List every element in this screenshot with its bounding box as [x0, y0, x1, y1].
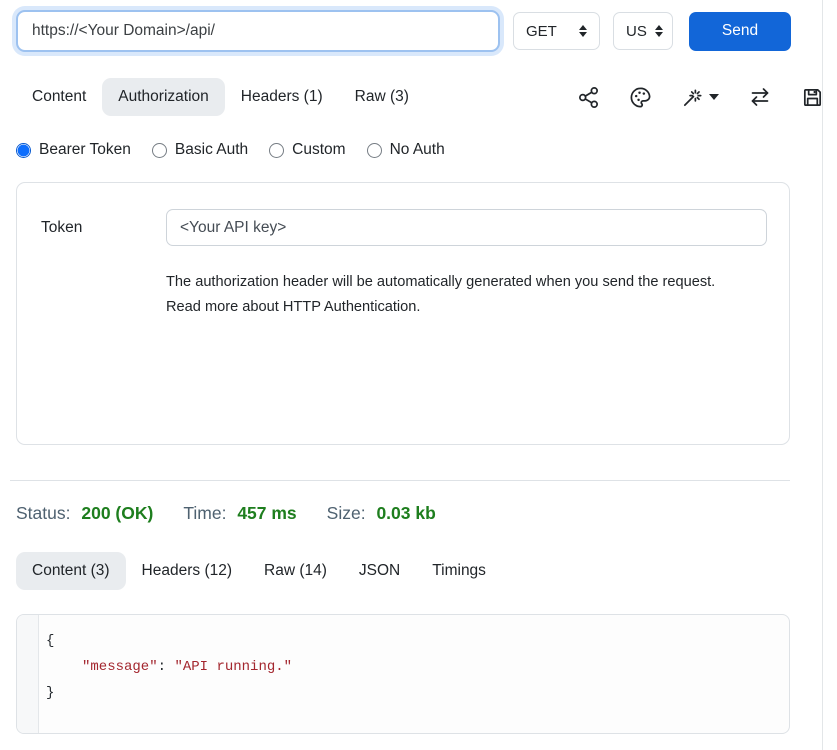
tab-raw[interactable]: Raw (3) — [339, 78, 425, 116]
tab-authorization[interactable]: Authorization — [102, 78, 224, 116]
radio-label: Bearer Token — [39, 141, 131, 159]
radio-icon — [152, 143, 167, 158]
method-select[interactable]: GET — [513, 12, 600, 50]
radio-custom[interactable]: Custom — [269, 141, 345, 159]
code-gutter — [17, 615, 39, 733]
token-input[interactable] — [166, 209, 767, 246]
size-label: Size: — [327, 503, 366, 523]
chevron-down-icon — [709, 94, 719, 100]
code-line: } — [46, 680, 789, 706]
share-icon[interactable] — [577, 86, 600, 109]
api-tester-widget: GET US Send Content Authorization Header… — [0, 0, 837, 750]
code-line: { — [46, 628, 789, 654]
toolbar — [577, 85, 824, 109]
url-input[interactable] — [16, 10, 500, 52]
response-status-row: Status: 200 (OK) Time: 457 ms Size: 0.03… — [16, 503, 837, 524]
radio-icon — [367, 143, 382, 158]
send-button[interactable]: Send — [689, 12, 791, 51]
resp-tab-content[interactable]: Content (3) — [16, 552, 126, 590]
request-bar: GET US Send — [0, 0, 837, 52]
resp-tab-timings[interactable]: Timings — [416, 552, 502, 590]
size-value: 0.03 kb — [376, 503, 435, 523]
request-tabs-row: Content Authorization Headers (1) Raw (3… — [16, 78, 837, 116]
resp-tab-headers[interactable]: Headers (12) — [126, 552, 248, 590]
token-help-text: The authorization header will be automat… — [166, 270, 739, 320]
save-icon[interactable] — [801, 86, 824, 109]
time-value: 457 ms — [237, 503, 296, 523]
time-label: Time: — [183, 503, 226, 523]
radio-basic-auth[interactable]: Basic Auth — [152, 141, 248, 159]
select-arrows-icon — [579, 25, 587, 37]
page-column-divider — [822, 0, 823, 750]
auth-type-options: Bearer Token Basic Auth Custom No Auth — [16, 141, 837, 159]
radio-label: Custom — [292, 141, 345, 159]
swap-arrows-icon[interactable] — [748, 85, 772, 109]
token-panel: Token The authorization header will be a… — [16, 182, 790, 445]
tab-headers[interactable]: Headers (1) — [225, 78, 339, 116]
radio-icon — [269, 143, 284, 158]
section-divider — [10, 480, 790, 481]
status-value: 200 (OK) — [81, 503, 153, 523]
radio-label: Basic Auth — [175, 141, 248, 159]
method-select-value: GET — [526, 23, 557, 40]
magic-wand-dropdown-icon[interactable] — [681, 86, 719, 109]
code-area: { "message": "API running." } — [39, 615, 789, 733]
resp-tab-json[interactable]: JSON — [343, 552, 416, 590]
select-arrows-icon — [655, 25, 663, 37]
request-tabs: Content Authorization Headers (1) Raw (3… — [16, 78, 425, 116]
region-select[interactable]: US — [613, 12, 673, 50]
token-label: Token — [41, 219, 166, 237]
resp-tab-raw[interactable]: Raw (14) — [248, 552, 343, 590]
response-body-code[interactable]: { "message": "API running." } — [16, 614, 790, 734]
palette-icon[interactable] — [629, 86, 652, 109]
radio-bearer-token[interactable]: Bearer Token — [16, 141, 131, 159]
region-select-value: US — [626, 23, 647, 40]
tab-content[interactable]: Content — [16, 78, 102, 116]
radio-no-auth[interactable]: No Auth — [367, 141, 445, 159]
response-tabs: Content (3) Headers (12) Raw (14) JSON T… — [16, 552, 837, 590]
status-label: Status: — [16, 503, 70, 523]
radio-label: No Auth — [390, 141, 445, 159]
radio-icon — [16, 143, 31, 158]
code-line: "message": "API running." — [46, 654, 789, 680]
